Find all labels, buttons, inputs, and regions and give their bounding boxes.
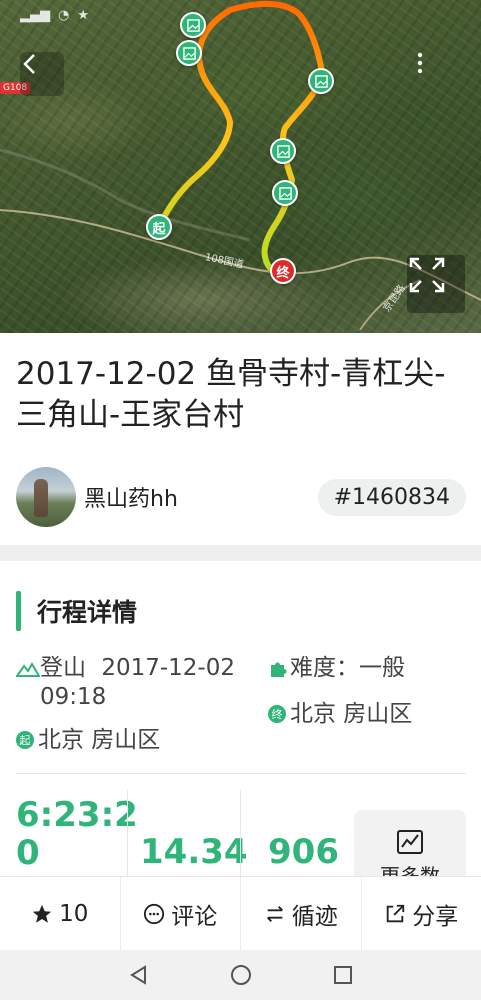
elevation-stat: 906 xyxy=(268,832,339,872)
line-chart-icon xyxy=(397,830,423,854)
distance-stat: 14.34 xyxy=(140,832,248,872)
trip-title: 2017-12-02 鱼骨寺村-青杠尖-三角山-王家台村 xyxy=(16,356,446,433)
back-nav-icon[interactable] xyxy=(128,964,150,986)
end-pin-icon: 终 xyxy=(268,705,286,723)
author-row: 黑山药hh #1460834 xyxy=(16,466,466,528)
stat-divider xyxy=(127,790,128,876)
more-data-button[interactable]: 更多数 xyxy=(354,810,466,876)
share-icon xyxy=(387,904,405,922)
mountain-icon xyxy=(16,662,40,677)
image-icon xyxy=(278,186,292,200)
image-icon xyxy=(182,46,196,60)
photo-pin[interactable] xyxy=(272,180,298,206)
more-data-label: 更多数 xyxy=(380,864,440,876)
track-map[interactable]: ▂▄▆ ◔ ★ G108 108国道 京昆路 起 终 xyxy=(0,0,481,333)
start-location: 起 北京 房山区 xyxy=(16,726,160,755)
end-location: 终 北京 房山区 xyxy=(268,700,412,729)
more-options-button[interactable] xyxy=(417,52,461,96)
end-marker[interactable]: 终 xyxy=(270,258,296,284)
comment-icon xyxy=(144,903,165,924)
start-location-text: 北京 房山区 xyxy=(38,727,161,753)
activity-label: 登山 xyxy=(40,655,86,681)
stats-row: 6:23:2 0 14.34 906 更多数 xyxy=(0,790,481,876)
photo-pin[interactable] xyxy=(180,12,206,38)
accent-bar xyxy=(16,591,21,631)
start-pin-icon: 起 xyxy=(16,731,34,749)
status-bar: ▂▄▆ ◔ ★ xyxy=(20,4,461,26)
difficulty-item: 难度：一般 xyxy=(268,654,405,683)
action-bar: 10 评论 循迹 分享 xyxy=(0,876,481,950)
photo-pin[interactable] xyxy=(308,68,334,94)
star-status-icon: ★ xyxy=(77,7,89,23)
end-location-text: 北京 房山区 xyxy=(290,701,413,727)
comment-label: 评论 xyxy=(171,903,218,930)
expand-icon xyxy=(409,257,445,293)
photo-pin[interactable] xyxy=(176,40,202,66)
fullscreen-button[interactable] xyxy=(407,255,465,313)
star-icon xyxy=(32,904,52,923)
photo-pin[interactable] xyxy=(270,138,296,164)
section-title: 行程详情 xyxy=(37,598,138,627)
more-vertical-icon xyxy=(417,52,423,74)
comment-button[interactable]: 评论 xyxy=(121,877,241,950)
image-icon xyxy=(276,144,290,158)
activity-datetime: 登山 2017-12-02 09:18 xyxy=(16,654,266,712)
signal-icon: ▂▄▆ xyxy=(20,7,50,23)
difficulty-label: 难度：一般 xyxy=(290,655,405,681)
avatar[interactable] xyxy=(16,467,76,527)
section-divider xyxy=(0,545,481,561)
share-label: 分享 xyxy=(412,903,459,930)
system-nav-bar xyxy=(0,950,481,1000)
trip-id-badge: #1460834 xyxy=(317,478,466,516)
trip-date: 2017-12-02 xyxy=(101,655,235,681)
duration-stat: 6:23:2 0 xyxy=(16,796,138,876)
puzzle-icon xyxy=(271,662,287,677)
favorite-button[interactable]: 10 xyxy=(0,877,121,950)
stat-divider xyxy=(240,790,241,876)
image-icon xyxy=(314,74,328,88)
recents-nav-icon[interactable] xyxy=(332,964,354,986)
start-marker[interactable]: 起 xyxy=(146,214,172,240)
swap-icon xyxy=(266,905,283,922)
follow-track-button[interactable]: 循迹 xyxy=(241,877,362,950)
chevron-left-icon xyxy=(23,54,35,74)
wifi-icon: ◔ xyxy=(58,7,70,23)
favorite-count: 10 xyxy=(59,900,89,927)
author-name[interactable]: 黑山药hh xyxy=(84,481,318,513)
home-nav-icon[interactable] xyxy=(230,964,252,986)
follow-track-label: 循迹 xyxy=(291,903,338,930)
share-button[interactable]: 分享 xyxy=(362,877,481,950)
duration-line2: 0 xyxy=(16,833,40,873)
image-icon xyxy=(186,18,200,32)
back-button[interactable] xyxy=(20,52,64,96)
duration-line1: 6:23:2 xyxy=(16,795,138,835)
trip-time: 09:18 xyxy=(40,684,107,710)
section-header: 行程详情 xyxy=(16,591,137,631)
divider-line xyxy=(16,773,466,774)
